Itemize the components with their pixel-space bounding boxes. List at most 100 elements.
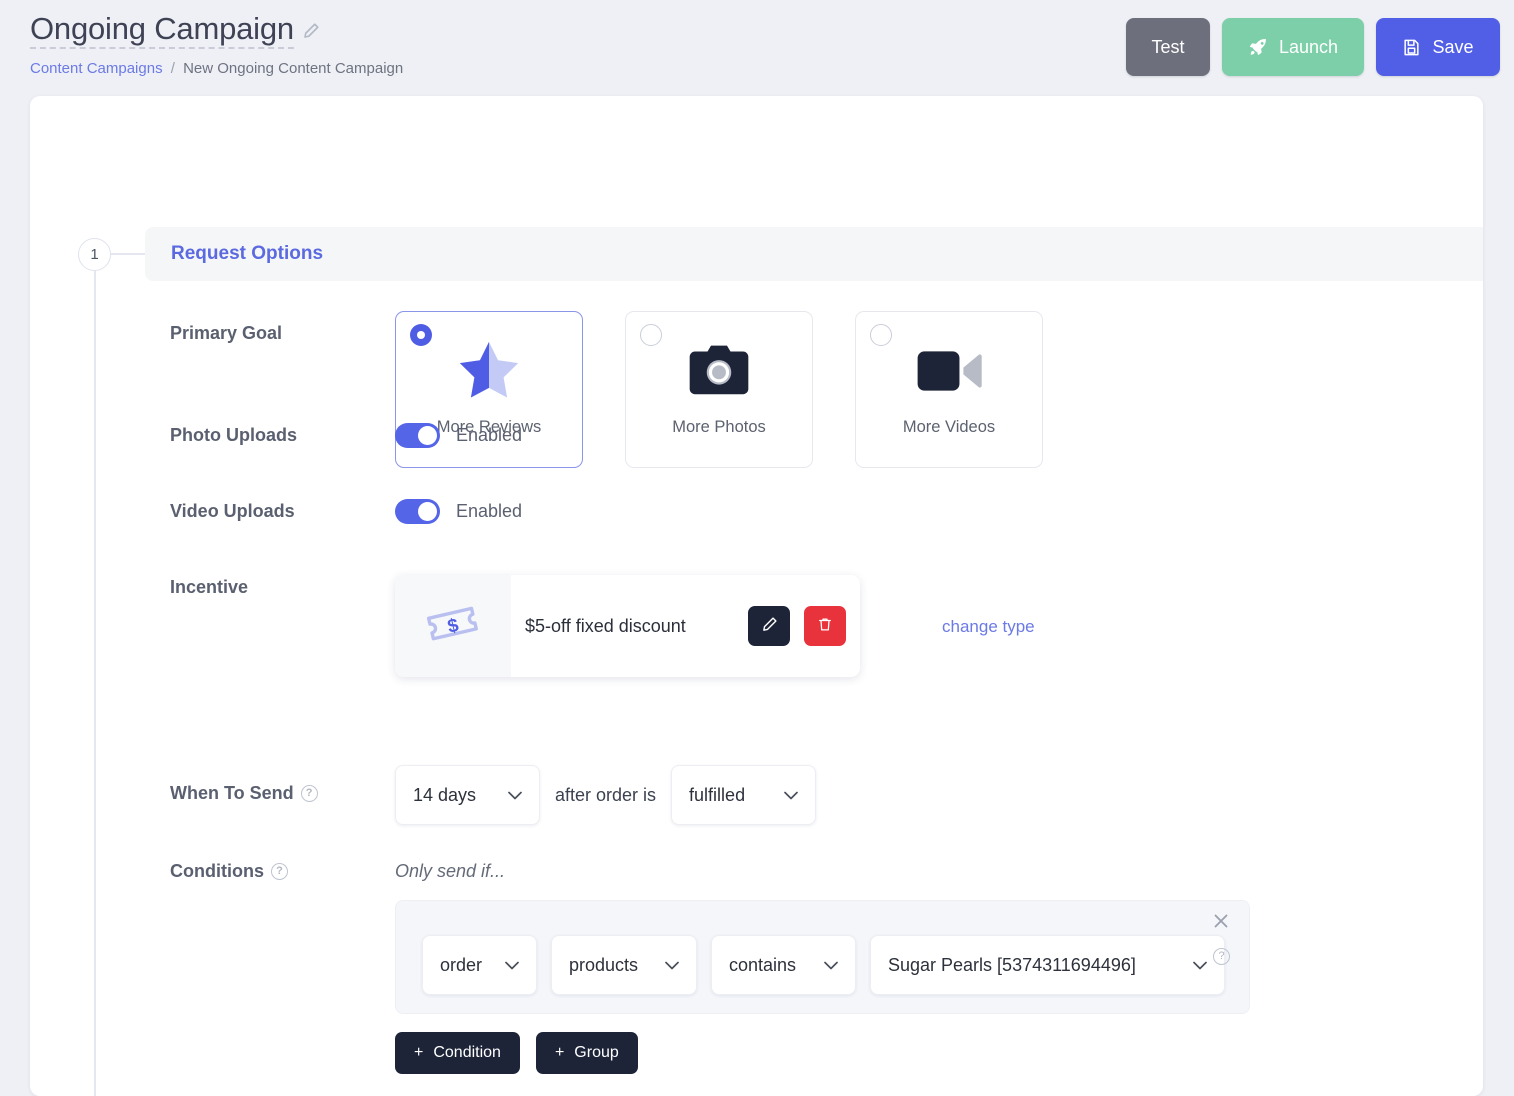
floppy-disk-icon <box>1402 38 1421 57</box>
breadcrumb-separator: / <box>170 60 175 78</box>
plus-icon: + <box>414 1044 424 1061</box>
video-camera-icon <box>915 326 983 416</box>
condition-operator-value: contains <box>729 954 797 975</box>
coupon-dollar-icon: $ <box>395 575 511 677</box>
add-condition-label: Condition <box>433 1044 501 1061</box>
chevron-down-icon <box>784 791 798 799</box>
video-uploads-label: Video Uploads <box>170 499 395 522</box>
goal-card-more-videos[interactable]: More Videos <box>855 311 1043 468</box>
when-to-send-label: When To Send ? <box>170 765 395 804</box>
primary-goal-label-text: Primary Goal <box>170 323 283 343</box>
campaign-editor-card: 1 Request Options Primary Goal More Revi… <box>30 96 1483 1096</box>
test-button-label: Test <box>1151 36 1185 57</box>
condition-operator-select[interactable]: contains <box>711 935 856 995</box>
camera-icon <box>686 326 752 416</box>
order-status-select[interactable]: fulfilled <box>671 765 817 825</box>
goal-card-more-photos[interactable]: More Photos <box>625 311 813 468</box>
photo-uploads-state: Enabled <box>456 425 523 445</box>
change-type-link[interactable]: change type <box>942 617 1035 637</box>
video-uploads-toggle[interactable] <box>395 499 440 524</box>
plus-icon: + <box>554 1044 565 1061</box>
when-to-send-middle-text: after order is <box>555 784 657 805</box>
row-conditions: Conditions ? Only send if... ? order pro… <box>170 861 1250 1074</box>
delete-incentive-button[interactable] <box>804 606 846 646</box>
condition-group-panel: ? order products contains Sugar Pearls [… <box>395 900 1250 1014</box>
question-circle-icon[interactable]: ? <box>1213 948 1230 965</box>
chevron-down-icon <box>824 961 838 969</box>
header-actions: Test Launch Save <box>1126 10 1500 76</box>
radio-more-photos[interactable] <box>640 324 662 346</box>
title-row: Ongoing Campaign <box>30 11 403 50</box>
row-incentive: Incentive $ $5-off fixed discount change… <box>170 575 1035 677</box>
radio-more-videos[interactable] <box>870 324 892 346</box>
add-condition-button[interactable]: + Condition <box>395 1032 520 1074</box>
condition-subject-select[interactable]: order <box>422 935 537 995</box>
half-star-icon <box>452 326 526 416</box>
breadcrumb-parent-link[interactable]: Content Campaigns <box>30 60 163 77</box>
conditions-label: Conditions ? <box>170 861 395 882</box>
chevron-down-icon <box>665 961 679 969</box>
breadcrumb: Content Campaigns / New Ongoing Content … <box>30 60 403 77</box>
incentive-card: $ $5-off fixed discount <box>395 575 860 677</box>
condition-value-text: Sugar Pearls [5374311694496] <box>888 954 1136 975</box>
add-group-button[interactable]: + Group <box>535 1032 638 1074</box>
photo-uploads-label: Photo Uploads <box>170 423 395 446</box>
photo-uploads-control: Enabled <box>395 423 522 448</box>
question-circle-icon[interactable]: ? <box>270 863 288 880</box>
video-uploads-state: Enabled <box>456 501 523 521</box>
breadcrumb-current: New Ongoing Content Campaign <box>183 60 404 78</box>
when-to-send-label-text: When To Send <box>170 783 294 803</box>
chevron-down-icon <box>505 961 519 969</box>
send-delay-value: 14 days <box>413 784 477 805</box>
incentive-body: $5-off fixed discount <box>511 575 860 677</box>
section-header-label: Request Options <box>171 243 324 264</box>
only-send-if-text: Only send if... <box>395 861 506 881</box>
step-rail-line <box>94 266 96 1096</box>
goal-label-more-videos: More Videos <box>902 418 996 436</box>
page-title[interactable]: Ongoing Campaign <box>30 11 294 50</box>
chevron-down-icon <box>508 791 522 799</box>
pencil-icon[interactable] <box>302 22 320 40</box>
launch-button-label: Launch <box>1278 36 1339 57</box>
condition-value-select[interactable]: Sugar Pearls [5374311694496] <box>870 935 1225 995</box>
conditions-builder: Only send if... ? order products contain… <box>395 861 1250 1074</box>
add-group-label: Group <box>574 1044 619 1061</box>
video-uploads-control: Enabled <box>395 499 522 524</box>
close-icon[interactable] <box>1213 913 1229 929</box>
goal-label-more-photos: More Photos <box>672 418 766 436</box>
row-video-uploads: Video Uploads Enabled <box>170 499 522 524</box>
conditions-label-text: Conditions <box>170 861 264 881</box>
radio-more-reviews[interactable] <box>410 324 432 346</box>
launch-button[interactable]: Launch <box>1222 18 1364 76</box>
video-uploads-label-text: Video Uploads <box>170 501 295 521</box>
send-delay-select[interactable]: 14 days <box>395 765 540 825</box>
primary-goal-label: Primary Goal <box>170 311 395 344</box>
top-bar: Ongoing Campaign Content Campaigns / New… <box>0 0 1514 88</box>
chevron-down-icon <box>1193 961 1207 969</box>
step-number-badge: 1 <box>78 238 111 271</box>
row-photo-uploads: Photo Uploads Enabled <box>170 423 522 448</box>
photo-uploads-toggle[interactable] <box>395 423 440 448</box>
save-button-label: Save <box>1432 36 1474 57</box>
title-block: Ongoing Campaign Content Campaigns / New… <box>30 10 403 77</box>
incentive-label-text: Incentive <box>170 577 249 597</box>
condition-field-select[interactable]: products <box>551 935 697 995</box>
order-status-value: fulfilled <box>689 784 746 805</box>
condition-add-buttons: + Condition + Group <box>395 1032 1250 1074</box>
test-button[interactable]: Test <box>1126 18 1210 76</box>
photo-uploads-label-text: Photo Uploads <box>170 425 297 445</box>
step-rail-connector <box>111 253 145 255</box>
section-header-request-options[interactable]: Request Options <box>145 227 1483 281</box>
row-when-to-send: When To Send ? 14 days after order is fu… <box>170 765 817 825</box>
condition-field-value: products <box>569 954 639 975</box>
question-circle-icon[interactable]: ? <box>300 785 318 802</box>
save-button[interactable]: Save <box>1376 18 1500 76</box>
condition-subject-value: order <box>440 954 483 975</box>
trash-icon <box>817 616 833 636</box>
condition-row: order products contains Sugar Pearls [53… <box>422 935 1231 995</box>
edit-incentive-button[interactable] <box>748 606 790 646</box>
pencil-icon <box>761 616 778 636</box>
rocket-icon <box>1248 37 1268 57</box>
when-to-send-controls: 14 days after order is fulfilled <box>395 765 817 825</box>
incentive-label: Incentive <box>170 575 395 598</box>
